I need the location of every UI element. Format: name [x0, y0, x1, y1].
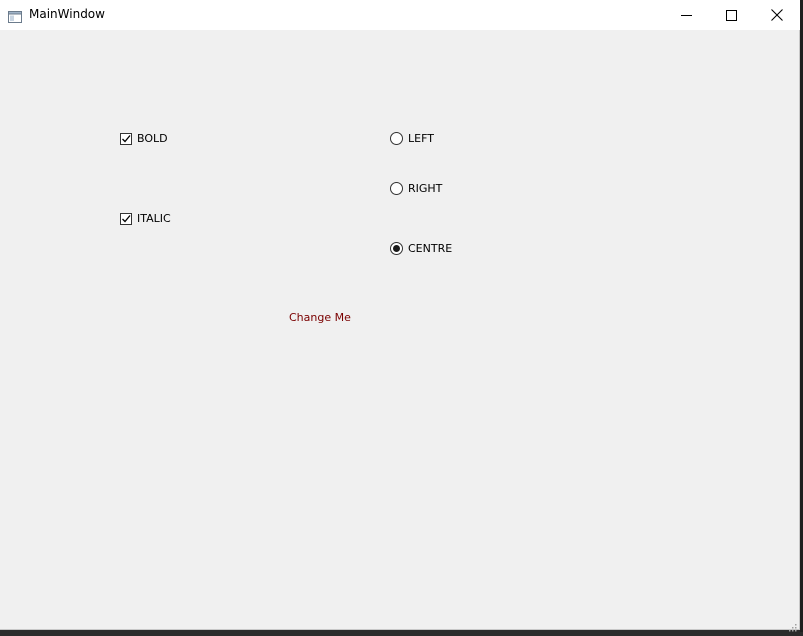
minimize-icon [680, 6, 692, 25]
left-radio[interactable]: LEFT [390, 132, 434, 145]
main-window: MainWindow BOLD ITALIC LEFT RIGHT CENTRE… [0, 0, 800, 632]
close-icon [771, 6, 783, 25]
bold-checkbox-box[interactable] [120, 132, 132, 145]
app-window-icon [8, 8, 22, 23]
centre-radio-label: CENTRE [408, 242, 453, 255]
centre-radio[interactable]: CENTRE [390, 242, 452, 255]
right-radio-circle[interactable] [390, 182, 403, 195]
centre-radio-circle[interactable] [390, 242, 403, 255]
close-button[interactable] [754, 0, 800, 30]
right-radio-label: RIGHT [408, 182, 443, 195]
window-title: MainWindow [29, 7, 105, 21]
title-bar[interactable]: MainWindow [0, 0, 800, 30]
italic-checkbox-box[interactable] [120, 212, 132, 225]
checkmark-icon [122, 134, 131, 142]
left-radio-circle[interactable] [390, 132, 403, 145]
minimize-button[interactable] [663, 0, 709, 30]
checkmark-icon [122, 214, 131, 222]
radio-selected-dot [393, 245, 400, 252]
preview-label: Change Me [289, 311, 351, 324]
left-radio-label: LEFT [408, 132, 434, 145]
bold-checkbox-label: BOLD [137, 132, 168, 145]
bold-checkbox[interactable]: BOLD [120, 132, 168, 145]
maximize-button[interactable] [708, 0, 754, 30]
right-radio[interactable]: RIGHT [390, 182, 442, 195]
italic-checkbox[interactable]: ITALIC [120, 212, 171, 225]
size-grip-icon[interactable] [787, 617, 797, 632]
maximize-icon [725, 6, 737, 25]
italic-checkbox-label: ITALIC [137, 212, 171, 225]
